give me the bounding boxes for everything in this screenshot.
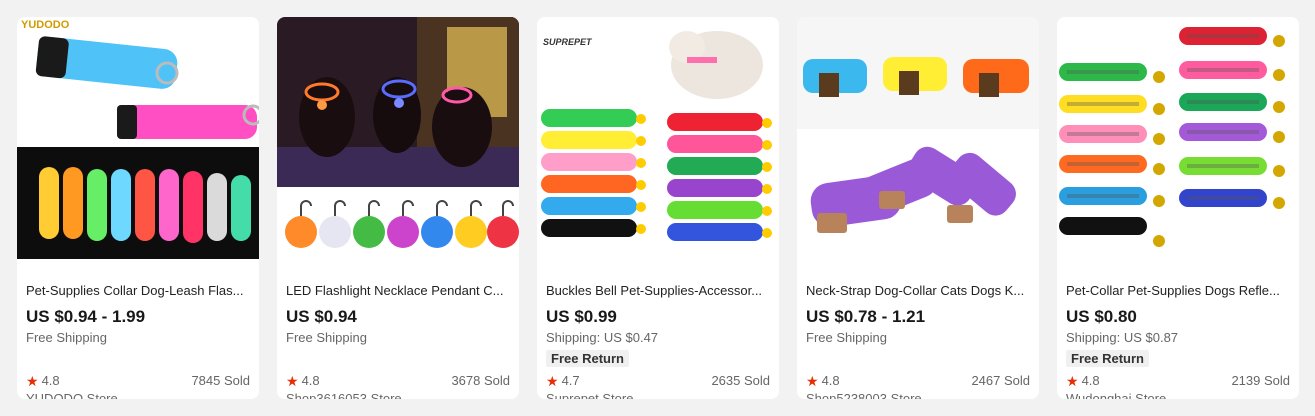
product-image[interactable]: SUPREPET: [537, 17, 779, 259]
sold-count: 2467 Sold: [971, 373, 1030, 388]
shipping-info: Free Shipping: [26, 330, 107, 345]
product-title[interactable]: Buckles Bell Pet-Supplies-Accessor...: [546, 283, 770, 298]
star-icon: ★: [286, 372, 299, 389]
store-link[interactable]: Suprepet Store: [546, 391, 633, 399]
product-title[interactable]: Pet-Supplies Collar Dog-Leash Flas...: [26, 283, 250, 298]
rating-value: 4.8: [301, 373, 320, 388]
rating: ★ 4.8: [806, 373, 840, 388]
store-link[interactable]: Wudonghai Store: [1066, 391, 1166, 399]
star-icon: ★: [1066, 372, 1079, 389]
sold-count: 2635 Sold: [711, 373, 770, 388]
rating: ★ 4.7: [546, 373, 580, 388]
product-image[interactable]: [797, 17, 1039, 259]
sold-count: 2139 Sold: [1231, 373, 1290, 388]
product-price: US $0.78 - 1.21: [806, 307, 926, 326]
product-price: US $0.94: [286, 307, 357, 326]
product-card[interactable]: Pet-Collar Pet-Supplies Dogs Refle... US…: [1057, 17, 1299, 399]
free-return-badge: Free Return: [546, 350, 629, 367]
product-title[interactable]: Neck-Strap Dog-Collar Cats Dogs K...: [806, 283, 1030, 298]
rating: ★ 4.8: [1066, 373, 1100, 388]
rating: ★ 4.8: [26, 373, 60, 388]
star-icon: ★: [806, 372, 819, 389]
shipping-info: Shipping: US $0.47: [546, 330, 659, 345]
product-grid: YUDODO Pet-Supplies Collar Dog-Leash Fla…: [0, 0, 1315, 416]
rating-value: 4.8: [1081, 373, 1100, 388]
rating-value: 4.8: [41, 373, 60, 388]
star-icon: ★: [26, 372, 39, 389]
rating: ★ 4.8: [286, 373, 320, 388]
shipping-info: Shipping: US $0.87: [1066, 330, 1179, 345]
product-image[interactable]: [1057, 17, 1299, 259]
product-price: US $0.94 - 1.99: [26, 307, 146, 326]
shipping-info: Free Shipping: [806, 330, 887, 345]
store-link[interactable]: Shop3616053 Store: [286, 391, 402, 399]
product-title[interactable]: Pet-Collar Pet-Supplies Dogs Refle...: [1066, 283, 1290, 298]
product-card[interactable]: LED Flashlight Necklace Pendant C... US …: [277, 17, 519, 399]
brand-logo: SUPREPET: [543, 37, 592, 47]
product-card[interactable]: Neck-Strap Dog-Collar Cats Dogs K... US …: [797, 17, 1039, 399]
shipping-info: Free Shipping: [286, 330, 367, 345]
rating-value: 4.8: [821, 373, 840, 388]
store-link[interactable]: YUDODO Store: [26, 391, 118, 399]
product-image[interactable]: [277, 17, 519, 259]
free-return-badge: Free Return: [1066, 350, 1149, 367]
star-icon: ★: [546, 372, 559, 389]
sold-count: 7845 Sold: [191, 373, 250, 388]
rating-value: 4.7: [561, 373, 580, 388]
brand-logo: YUDODO: [19, 19, 72, 31]
store-link[interactable]: Shop5238003 Store: [806, 391, 922, 399]
product-card[interactable]: YUDODO Pet-Supplies Collar Dog-Leash Fla…: [17, 17, 259, 399]
sold-count: 3678 Sold: [451, 373, 510, 388]
product-price: US $0.99: [546, 307, 617, 326]
product-card[interactable]: SUPREPET Buckles Bell Pet-Supplies-Acces…: [537, 17, 779, 399]
product-image[interactable]: YUDODO: [17, 17, 259, 259]
product-title[interactable]: LED Flashlight Necklace Pendant C...: [286, 283, 510, 298]
product-price: US $0.80: [1066, 307, 1137, 326]
